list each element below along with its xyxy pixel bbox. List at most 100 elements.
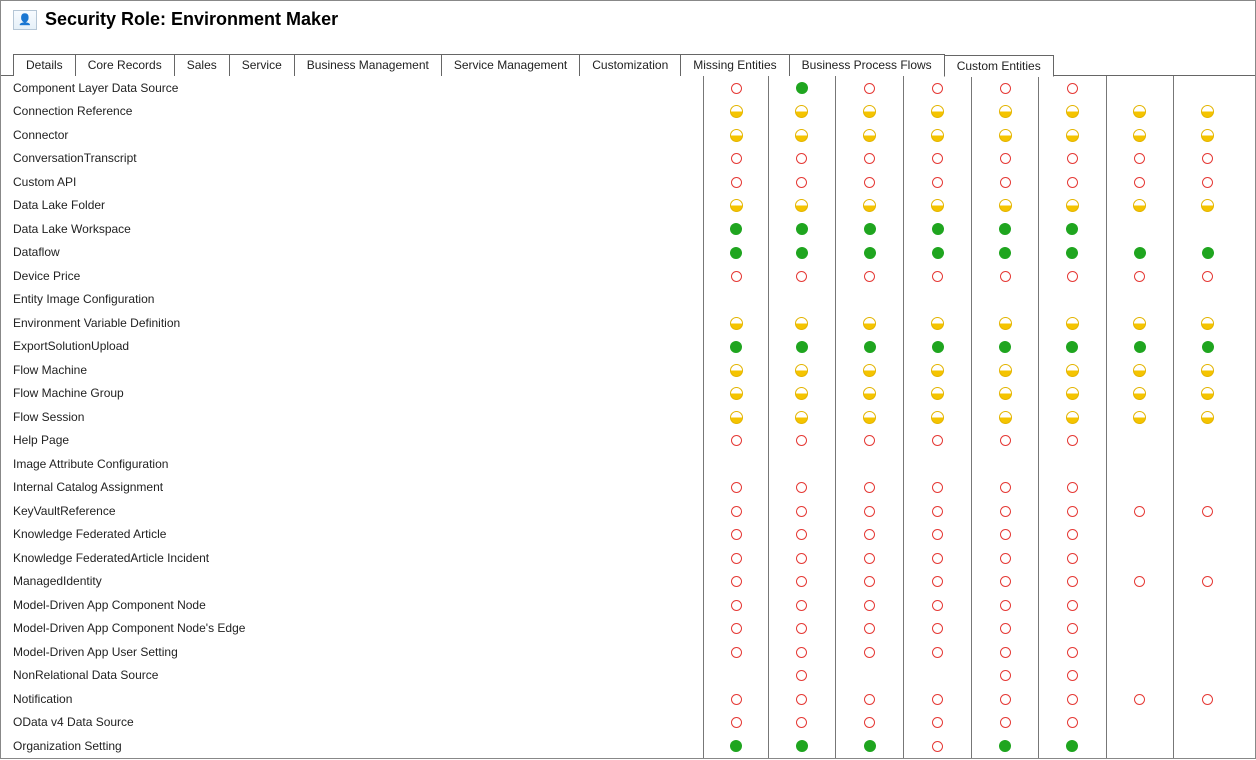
perm-cell[interactable] [768, 405, 835, 429]
perm-cell[interactable] [836, 476, 904, 500]
perm-cell[interactable] [904, 194, 971, 218]
perm-cell[interactable] [1174, 358, 1241, 382]
perm-cell[interactable] [1106, 570, 1173, 594]
perm-cell[interactable] [1039, 217, 1106, 241]
perm-cell[interactable] [704, 617, 768, 641]
perm-cell[interactable] [1174, 382, 1241, 406]
perm-cell[interactable] [904, 311, 971, 335]
perm-cell[interactable] [704, 429, 768, 453]
perm-cell[interactable] [1106, 405, 1173, 429]
perm-cell[interactable] [904, 476, 971, 500]
perm-cell[interactable] [836, 593, 904, 617]
perm-cell[interactable] [904, 405, 971, 429]
perm-cell[interactable] [904, 711, 971, 735]
perm-cell[interactable] [836, 687, 904, 711]
perm-cell[interactable] [836, 358, 904, 382]
perm-cell[interactable] [836, 617, 904, 641]
perm-cell[interactable] [1174, 499, 1241, 523]
perm-cell[interactable] [904, 288, 971, 312]
perm-cell[interactable] [704, 358, 768, 382]
perm-cell[interactable] [1106, 664, 1173, 688]
perm-cell[interactable] [1039, 476, 1106, 500]
perm-cell[interactable] [836, 264, 904, 288]
perm-cell[interactable] [904, 687, 971, 711]
perm-cell[interactable] [1039, 76, 1106, 100]
perm-cell[interactable] [1106, 358, 1173, 382]
perm-cell[interactable] [904, 358, 971, 382]
perm-cell[interactable] [1174, 429, 1241, 453]
perm-cell[interactable] [1106, 311, 1173, 335]
perm-cell[interactable] [836, 711, 904, 735]
perm-cell[interactable] [1106, 288, 1173, 312]
perm-cell[interactable] [836, 546, 904, 570]
tab-business-management[interactable]: Business Management [294, 54, 442, 76]
perm-cell[interactable] [971, 405, 1038, 429]
perm-cell[interactable] [768, 687, 835, 711]
perm-cell[interactable] [971, 217, 1038, 241]
perm-cell[interactable] [1106, 593, 1173, 617]
perm-cell[interactable] [836, 452, 904, 476]
perm-cell[interactable] [904, 452, 971, 476]
perm-cell[interactable] [768, 734, 835, 758]
perm-cell[interactable] [768, 335, 835, 359]
perm-cell[interactable] [704, 711, 768, 735]
perm-cell[interactable] [1106, 170, 1173, 194]
perm-cell[interactable] [1106, 640, 1173, 664]
perm-cell[interactable] [904, 734, 971, 758]
perm-cell[interactable] [971, 664, 1038, 688]
tab-custom-entities[interactable]: Custom Entities [944, 55, 1054, 77]
perm-cell[interactable] [1106, 217, 1173, 241]
perm-cell[interactable] [704, 288, 768, 312]
perm-cell[interactable] [971, 147, 1038, 171]
perm-cell[interactable] [704, 476, 768, 500]
perm-cell[interactable] [836, 429, 904, 453]
perm-cell[interactable] [1174, 311, 1241, 335]
perm-cell[interactable] [1174, 523, 1241, 547]
perm-cell[interactable] [836, 499, 904, 523]
perm-cell[interactable] [1039, 382, 1106, 406]
perm-cell[interactable] [1106, 194, 1173, 218]
perm-cell[interactable] [704, 100, 768, 124]
perm-cell[interactable] [971, 358, 1038, 382]
perm-cell[interactable] [768, 570, 835, 594]
perm-cell[interactable] [836, 570, 904, 594]
perm-cell[interactable] [1039, 734, 1106, 758]
perm-cell[interactable] [768, 100, 835, 124]
perm-cell[interactable] [1174, 76, 1241, 100]
perm-cell[interactable] [836, 123, 904, 147]
perm-cell[interactable] [904, 100, 971, 124]
perm-cell[interactable] [904, 217, 971, 241]
perm-cell[interactable] [971, 570, 1038, 594]
perm-cell[interactable] [768, 429, 835, 453]
perm-cell[interactable] [1039, 593, 1106, 617]
perm-cell[interactable] [1106, 147, 1173, 171]
perm-cell[interactable] [1174, 734, 1241, 758]
perm-cell[interactable] [768, 711, 835, 735]
perm-cell[interactable] [836, 76, 904, 100]
perm-cell[interactable] [836, 734, 904, 758]
perm-cell[interactable] [1039, 617, 1106, 641]
perm-cell[interactable] [1039, 664, 1106, 688]
perm-cell[interactable] [904, 76, 971, 100]
perm-cell[interactable] [1106, 335, 1173, 359]
perm-cell[interactable] [768, 664, 835, 688]
perm-cell[interactable] [704, 499, 768, 523]
perm-cell[interactable] [704, 734, 768, 758]
perm-cell[interactable] [836, 100, 904, 124]
perm-cell[interactable] [836, 241, 904, 265]
perm-cell[interactable] [1039, 170, 1106, 194]
perm-cell[interactable] [971, 241, 1038, 265]
perm-cell[interactable] [1174, 217, 1241, 241]
perm-cell[interactable] [1106, 476, 1173, 500]
perm-cell[interactable] [971, 523, 1038, 547]
perm-cell[interactable] [1106, 523, 1173, 547]
perm-cell[interactable] [768, 358, 835, 382]
perm-cell[interactable] [904, 264, 971, 288]
perm-cell[interactable] [836, 405, 904, 429]
perm-cell[interactable] [1039, 570, 1106, 594]
tab-service[interactable]: Service [229, 54, 295, 76]
perm-cell[interactable] [704, 311, 768, 335]
perm-cell[interactable] [836, 523, 904, 547]
perm-cell[interactable] [1106, 429, 1173, 453]
perm-cell[interactable] [1174, 335, 1241, 359]
